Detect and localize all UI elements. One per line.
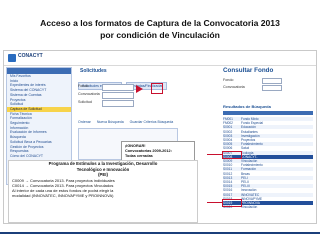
red-arrow-icon [136, 85, 143, 93]
result-name: Vinculación [241, 205, 258, 210]
field-label-solicitud: Solicitud [78, 100, 92, 104]
conacyt-logo: CONACYT [8, 53, 43, 62]
results-header [223, 111, 313, 115]
convocatoria-input[interactable] [102, 92, 134, 99]
notice-line3: Todas cerradas [125, 153, 153, 158]
pei-line4: modalidad (INNOVATEC, INNOVAPYME y PROIN… [12, 193, 114, 199]
logo-icon [8, 54, 16, 62]
red-arrow-icon [207, 202, 222, 203]
field-label-fondo: Fondo [78, 84, 89, 88]
slide-title-line1: Acceso a los formatos de Captura de la C… [40, 18, 280, 28]
guardar-criterios-button[interactable]: Guardar Criterios Búsqueda [130, 120, 174, 124]
logo-text: CONACYT [18, 53, 43, 59]
actions-bar: Ordenar Nueva Búsqueda Guardar Criterios… [78, 120, 178, 124]
right-label-fondo: Fondo [223, 78, 234, 82]
right-convocatoria-select[interactable] [262, 85, 282, 91]
field-label-convocatoria: Convocatoria [78, 92, 100, 96]
slide-title-line2: por condición de Vinculación [100, 30, 220, 40]
footer-bar [0, 232, 320, 234]
right-fondo-select[interactable] [262, 78, 282, 84]
sidebar-item[interactable]: Cómo del CONACYT [7, 154, 71, 159]
highlight-box-c0014 [222, 199, 242, 207]
tabs: Solicitudes en Proceso Enviadas/Finaliza… [78, 74, 168, 90]
highlight-box-c0009 [222, 151, 242, 159]
consultar-fondo-title: Consultar Fondo [223, 67, 274, 74]
fondo-input[interactable] [102, 84, 134, 91]
highlight-box [151, 83, 163, 94]
ordenar-button[interactable]: Ordenar [78, 120, 91, 124]
solicitud-input[interactable] [102, 100, 134, 107]
app-header: CONACYT [4, 51, 316, 66]
right-label-convocatoria: Convocatoria [223, 85, 245, 89]
nueva-busqueda-button[interactable]: Nueva Búsqueda [97, 120, 124, 124]
red-arrow-icon [207, 154, 222, 155]
pei-info-box: Programa de Estímulos a la Investigación… [8, 160, 198, 223]
embedded-screenshot: CONACYT Mis Favoritos Inicio Expedientes d… [3, 50, 317, 224]
results-title: Resultados de Búsqueda [223, 104, 271, 109]
